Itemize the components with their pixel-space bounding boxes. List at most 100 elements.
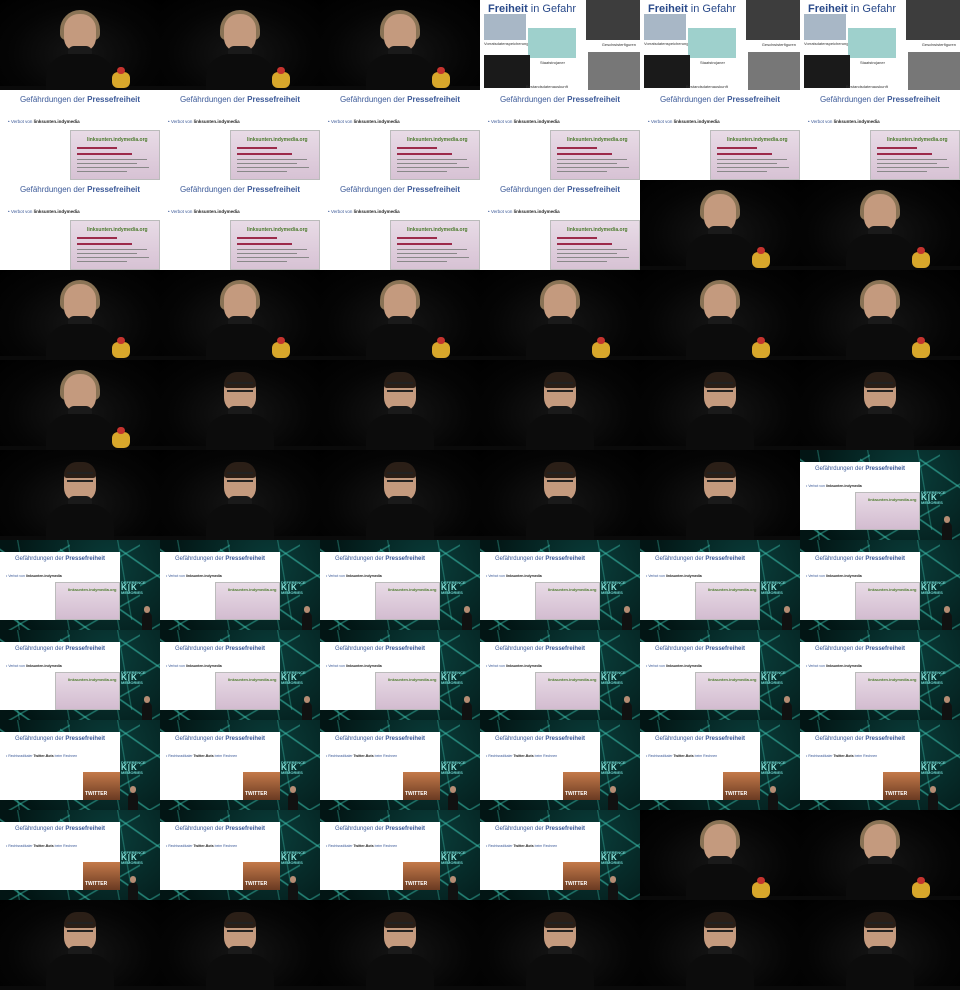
stage-frame-with-slide[interactable]: Gefährdungen der Pressefreiheit • Rechts… — [640, 720, 800, 810]
presentation-slide-frame[interactable]: Gefährdungen der Pressefreiheit • Verbot… — [160, 90, 320, 180]
presentation-slide-frame[interactable]: Gefährdungen der Pressefreiheit • Verbot… — [480, 90, 640, 180]
projection-screen: Gefährdungen der Pressefreiheit • Verbot… — [640, 552, 760, 620]
presentation-slide-frame[interactable]: Gefährdungen der Pressefreiheit • Verbot… — [0, 90, 160, 180]
presentation-slide-frame[interactable]: Gefährdungen der Pressefreiheit • Verbot… — [480, 180, 640, 270]
speaker-silhouette — [302, 606, 312, 630]
slide-bullet: • Verbot von linksunten.indymedia — [326, 664, 382, 668]
stage-frame-with-slide[interactable]: Gefährdungen der Pressefreiheit • Rechts… — [480, 810, 640, 900]
slide-bullet: • Verbot von linksunten.indymedia — [486, 664, 542, 668]
stage-frame-with-slide[interactable]: Gefährdungen der Pressefreiheit • Verbot… — [0, 540, 160, 630]
site-line — [397, 249, 467, 250]
presentation-slide-frame[interactable]: Gefährdungen der Pressefreiheit • Verbot… — [320, 90, 480, 180]
speaker-figure — [840, 818, 920, 900]
speaker-frame-male[interactable] — [160, 360, 320, 450]
speaker-frame-male[interactable] — [320, 900, 480, 990]
speaker-frame-male[interactable] — [800, 900, 960, 990]
speaker-frame-female[interactable] — [800, 810, 960, 900]
site-line — [237, 159, 307, 160]
speaker-figure — [520, 278, 600, 360]
site-line — [717, 171, 767, 172]
twitter-sign: TWITTER — [85, 791, 108, 797]
speaker-frame-male[interactable] — [0, 450, 160, 540]
stage-frame-with-slide[interactable]: Gefährdungen der Pressefreiheit • Verbot… — [800, 450, 960, 540]
intro-slide-frame[interactable]: Freiheit in Gefahr Vorratsdatenspeicheru… — [480, 0, 640, 90]
stage-frame-with-slide[interactable]: Gefährdungen der Pressefreiheit • Verbot… — [480, 630, 640, 720]
speaker-frame-female[interactable] — [800, 180, 960, 270]
twitter-building-image: TWITTER — [83, 772, 120, 800]
torso — [206, 54, 274, 90]
speaker-frame-male[interactable] — [320, 450, 480, 540]
stage-frame-with-slide[interactable]: Gefährdungen der Pressefreiheit • Verbot… — [160, 540, 320, 630]
site-bar — [77, 147, 117, 149]
site-bar — [237, 243, 292, 245]
speaker-frame-female[interactable] — [0, 0, 160, 90]
stage-frame-with-slide[interactable]: Gefährdungen der Pressefreiheit • Rechts… — [160, 720, 320, 810]
slide-bullet: • Rechtsradikaler Twitter-Bots beim Rech… — [646, 754, 718, 758]
projection-screen: Gefährdungen der Pressefreiheit • Rechts… — [320, 732, 440, 800]
speaker-frame-female[interactable] — [0, 360, 160, 450]
speaker-frame-female[interactable] — [320, 270, 480, 360]
caption-1: Vorratsdatenspeicherung — [804, 41, 849, 46]
stage-frame-with-slide[interactable]: Gefährdungen der Pressefreiheit • Verbot… — [320, 540, 480, 630]
stage-frame-with-slide[interactable]: Gefährdungen der Pressefreiheit • Rechts… — [160, 810, 320, 900]
stage-frame-with-slide[interactable]: Gefährdungen der Pressefreiheit • Verbot… — [800, 630, 960, 720]
speaker-frame-female[interactable] — [160, 0, 320, 90]
speaker-frame-female[interactable] — [640, 810, 800, 900]
speaker-frame-male[interactable] — [480, 450, 640, 540]
stage-frame-with-slide[interactable]: Gefährdungen der Pressefreiheit • Verbot… — [640, 540, 800, 630]
torso — [46, 414, 114, 450]
stage-frame-with-slide[interactable]: Gefährdungen der Pressefreiheit • Verbot… — [800, 540, 960, 630]
speaker-frame-male[interactable] — [320, 360, 480, 450]
torso — [846, 954, 914, 990]
slide-title: Gefährdungen der Pressefreiheit — [654, 646, 746, 652]
stage-frame-with-slide[interactable]: Gefährdungen der Pressefreiheit • Rechts… — [320, 810, 480, 900]
presentation-slide-frame[interactable]: Gefährdungen der Pressefreiheit • Verbot… — [320, 180, 480, 270]
speaker-frame-male[interactable] — [160, 900, 320, 990]
stage-frame-with-slide[interactable]: Gefährdungen der Pressefreiheit • Verbot… — [480, 540, 640, 630]
site-name: linksunten.indymedia.org — [887, 137, 948, 143]
stage-frame-with-slide[interactable]: Gefährdungen der Pressefreiheit • Rechts… — [480, 720, 640, 810]
speaker-frame-male[interactable] — [640, 900, 800, 990]
intro-slide-frame[interactable]: Freiheit in Gefahr Vorratsdatenspeicheru… — [800, 0, 960, 90]
speaker-frame-male[interactable] — [800, 360, 960, 450]
stage-frame-with-slide[interactable]: Gefährdungen der Pressefreiheit • Verbot… — [320, 630, 480, 720]
speaker-frame-male[interactable] — [480, 360, 640, 450]
stage-frame-with-slide[interactable]: Gefährdungen der Pressefreiheit • Rechts… — [0, 810, 160, 900]
speaker-frame-male[interactable] — [480, 900, 640, 990]
presentation-slide-frame[interactable]: Gefährdungen der Pressefreiheit • Verbot… — [640, 90, 800, 180]
presentation-slide-frame[interactable]: Gefährdungen der Pressefreiheit • Verbot… — [0, 180, 160, 270]
website-screenshot: linksunten.indymedia.org — [215, 672, 280, 710]
slide-bullet: • Verbot von linksunten.indymedia — [326, 574, 382, 578]
glasses — [227, 472, 253, 482]
speaker-frame-female[interactable] — [160, 270, 320, 360]
stage-frame-with-slide[interactable]: Gefährdungen der Pressefreiheit • Rechts… — [0, 720, 160, 810]
projection-screen: Gefährdungen der Pressefreiheit • Rechts… — [480, 822, 600, 890]
speaker-frame-female[interactable] — [480, 270, 640, 360]
stage-frame-with-slide[interactable]: Gefährdungen der Pressefreiheit • Verbot… — [0, 630, 160, 720]
torso — [686, 324, 754, 360]
conference-logo: DEFERENCE K|K MEMORIES — [441, 760, 466, 775]
speaker-frame-male[interactable] — [160, 450, 320, 540]
speaker-frame-female[interactable] — [320, 0, 480, 90]
speaker-frame-female[interactable] — [640, 270, 800, 360]
stage-frame-with-slide[interactable]: Gefährdungen der Pressefreiheit • Verbot… — [160, 630, 320, 720]
intro-slide-frame[interactable]: Freiheit in Gefahr Vorratsdatenspeicheru… — [640, 0, 800, 90]
conference-logo: DEFERENCE K|K MEMORIES — [121, 580, 146, 595]
site-name: linksunten.indymedia.org — [87, 137, 148, 143]
site-name: linksunten.indymedia.org — [228, 677, 277, 682]
stage-frame-with-slide[interactable]: Gefährdungen der Pressefreiheit • Rechts… — [800, 720, 960, 810]
site-name: linksunten.indymedia.org — [247, 137, 308, 143]
projection-screen: Gefährdungen der Pressefreiheit • Verbot… — [800, 462, 920, 530]
stage-frame-with-slide[interactable]: Gefährdungen der Pressefreiheit • Rechts… — [320, 720, 480, 810]
slide-title: Gefährdungen der Pressefreiheit — [339, 185, 461, 194]
speaker-frame-male[interactable] — [0, 900, 160, 990]
stage-frame-with-slide[interactable]: Gefährdungen der Pressefreiheit • Verbot… — [640, 630, 800, 720]
speaker-frame-male[interactable] — [640, 360, 800, 450]
speaker-frame-female[interactable] — [640, 180, 800, 270]
presentation-slide-frame[interactable]: Gefährdungen der Pressefreiheit • Verbot… — [800, 90, 960, 180]
speaker-frame-female[interactable] — [0, 270, 160, 360]
speaker-frame-male[interactable] — [640, 450, 800, 540]
presentation-slide-frame[interactable]: Gefährdungen der Pressefreiheit • Verbot… — [160, 180, 320, 270]
speaker-frame-female[interactable] — [800, 270, 960, 360]
twitter-building-image: TWITTER — [83, 862, 120, 890]
